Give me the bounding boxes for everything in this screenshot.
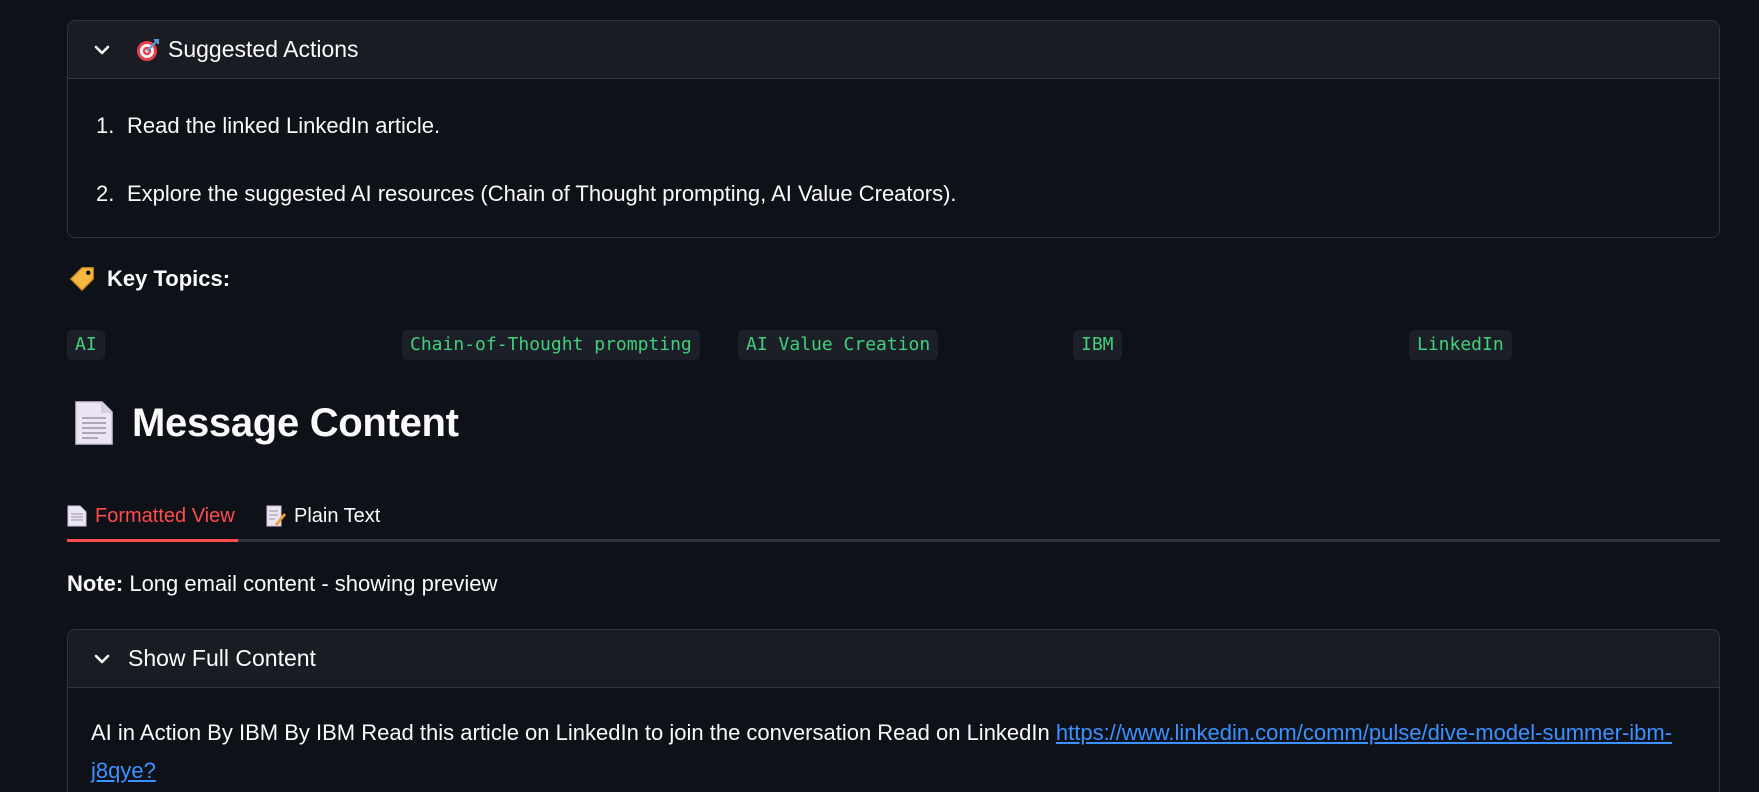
tab-plain-text[interactable]: Plain Text	[266, 490, 380, 542]
note-label: Note:	[67, 571, 124, 596]
tab-formatted-view[interactable]: Formatted View	[67, 490, 238, 542]
topic-chip: LinkedIn	[1409, 330, 1512, 360]
tab-label: Formatted View	[95, 504, 235, 527]
item-text: Read the linked LinkedIn article.	[127, 113, 441, 138]
document-icon	[67, 505, 87, 527]
chevron-down-icon	[94, 45, 110, 54]
note-text: Long email content - showing preview	[123, 571, 498, 596]
tag-icon	[69, 267, 94, 292]
full-content-header[interactable]: Show Full Content	[68, 630, 1719, 688]
content-text: AI in Action By IBM By IBM Read this art…	[91, 720, 1056, 745]
suggested-actions-header[interactable]: Suggested Actions	[68, 21, 1719, 79]
list-item: 2. Explore the suggested AI resources (C…	[96, 177, 1719, 237]
full-content-expander: Show Full Content AI in Action By IBM By…	[67, 629, 1720, 792]
actions-list: 1. Read the linked LinkedIn article. 2. …	[68, 79, 1719, 237]
target-icon	[137, 38, 159, 61]
item-number: 2.	[96, 181, 115, 206]
item-number: 1.	[96, 113, 115, 138]
topic-chip: AI Value Creation	[738, 330, 939, 360]
topic-chip: AI	[67, 330, 105, 360]
message-content-heading: Message Content	[74, 400, 459, 446]
tab-label: Plain Text	[294, 504, 381, 527]
topic-chip: Chain-of-Thought prompting	[402, 330, 700, 360]
topic-chip: IBM	[1073, 330, 1122, 360]
suggested-actions-expander: Suggested Actions 1. Read the linked Lin…	[67, 20, 1720, 238]
key-topics-label: Key Topics:	[107, 266, 231, 291]
message-tabs: Formatted View Plain Text	[67, 490, 1720, 542]
key-topics-heading: Key Topics:	[67, 264, 230, 294]
page-title: Message Content	[132, 400, 459, 445]
full-content-body: AI in Action By IBM By IBM Read this art…	[68, 688, 1708, 790]
chevron-down-icon	[94, 654, 110, 663]
suggested-actions-title: Suggested Actions	[168, 36, 359, 62]
full-content-title: Show Full Content	[128, 645, 316, 671]
item-text: Explore the suggested AI resources (Chai…	[127, 181, 957, 206]
preview-note: Note: Long email content - showing previ…	[67, 571, 497, 597]
memo-icon	[266, 505, 286, 527]
page: Suggested Actions 1. Read the linked Lin…	[0, 0, 1759, 792]
list-item: 1. Read the linked LinkedIn article.	[96, 109, 1719, 177]
document-icon	[75, 401, 113, 445]
